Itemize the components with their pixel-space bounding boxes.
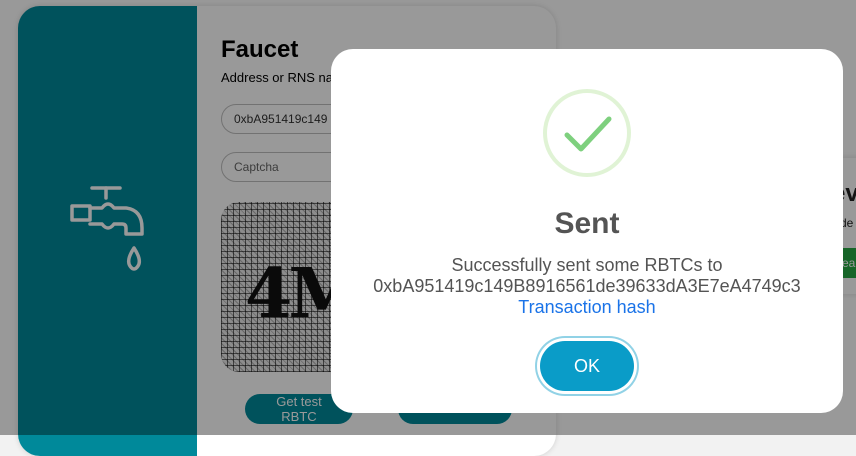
success-dialog: Sent Successfully sent some RBTCs to 0xb… xyxy=(331,49,843,413)
dialog-title: Sent xyxy=(554,207,620,240)
success-check-icon xyxy=(543,89,631,177)
transaction-hash-link[interactable]: Transaction hash xyxy=(331,297,843,318)
recipient-address: 0xbA951419c149B8916561de39633dA3E7eA4749… xyxy=(373,276,801,296)
dialog-message: Successfully sent some RBTCs to 0xbA9514… xyxy=(331,255,843,318)
dialog-message-text: Successfully sent some RBTCs to xyxy=(451,255,723,275)
ok-button[interactable]: OK xyxy=(540,341,634,391)
